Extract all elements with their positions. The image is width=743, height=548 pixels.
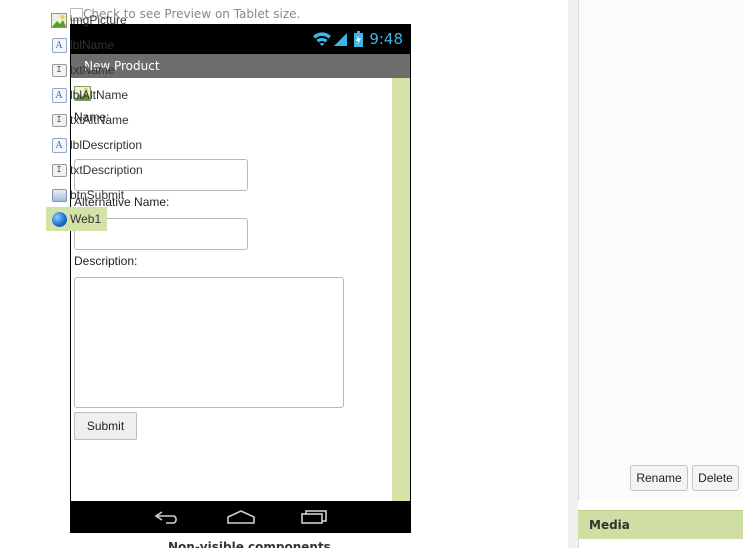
component-name: txtDescription: [70, 163, 143, 177]
web-icon: [51, 211, 67, 227]
status-time: 9:48: [369, 30, 403, 48]
recent-apps-icon[interactable]: [278, 510, 350, 524]
screen-scroll-strip: [392, 78, 410, 501]
battery-icon: [354, 31, 364, 47]
textbox-icon: I: [51, 62, 67, 78]
media-header: Media: [578, 510, 743, 539]
component-name: imgPicture: [70, 13, 127, 27]
android-nav-bar: [70, 501, 411, 533]
screen-title-bar: New Product: [71, 54, 410, 78]
description-textarea[interactable]: [74, 277, 344, 408]
label-icon: A: [51, 87, 67, 103]
component-txtname[interactable]: I txtName: [46, 58, 121, 82]
component-name: txtAltName: [70, 113, 129, 127]
home-icon[interactable]: [204, 510, 278, 524]
components-panel: [578, 0, 743, 500]
panel-gutter: [568, 0, 578, 548]
component-btnsubmit[interactable]: btnSubmit: [46, 183, 130, 207]
textbox-icon: I: [51, 162, 67, 178]
back-icon[interactable]: [132, 510, 204, 524]
wifi-icon: [312, 31, 332, 47]
submit-button[interactable]: Submit: [74, 412, 137, 440]
delete-button[interactable]: Delete: [692, 465, 739, 491]
textbox-icon: I: [51, 112, 67, 128]
component-name: btnSubmit: [70, 188, 125, 202]
label-icon: A: [51, 37, 67, 53]
image-icon: [51, 12, 67, 28]
nonvisible-components-label: Non-visible components: [168, 540, 331, 548]
component-lblname[interactable]: A lblName: [46, 33, 120, 57]
button-icon: [51, 187, 67, 203]
media-panel: [578, 539, 743, 548]
component-lblaltname[interactable]: A lblAltName: [46, 83, 134, 107]
component-web1[interactable]: Web1: [46, 207, 108, 231]
signal-icon: [334, 32, 348, 47]
component-name: lblAltName: [70, 88, 129, 102]
component-txtaltname[interactable]: I txtAltName: [46, 108, 135, 132]
rename-button[interactable]: Rename: [630, 465, 688, 491]
component-name: Web1: [70, 212, 102, 226]
component-name: lblDescription: [70, 138, 143, 152]
component-txtdescription[interactable]: I txtDescription: [46, 158, 149, 182]
component-name: txtName: [70, 63, 115, 77]
label-icon: A: [51, 137, 67, 153]
component-lbldescription[interactable]: A lblDescription: [46, 133, 148, 157]
component-name: lblName: [70, 38, 115, 52]
description-label: Description:: [74, 254, 138, 268]
component-imgpicture[interactable]: imgPicture: [46, 8, 133, 32]
